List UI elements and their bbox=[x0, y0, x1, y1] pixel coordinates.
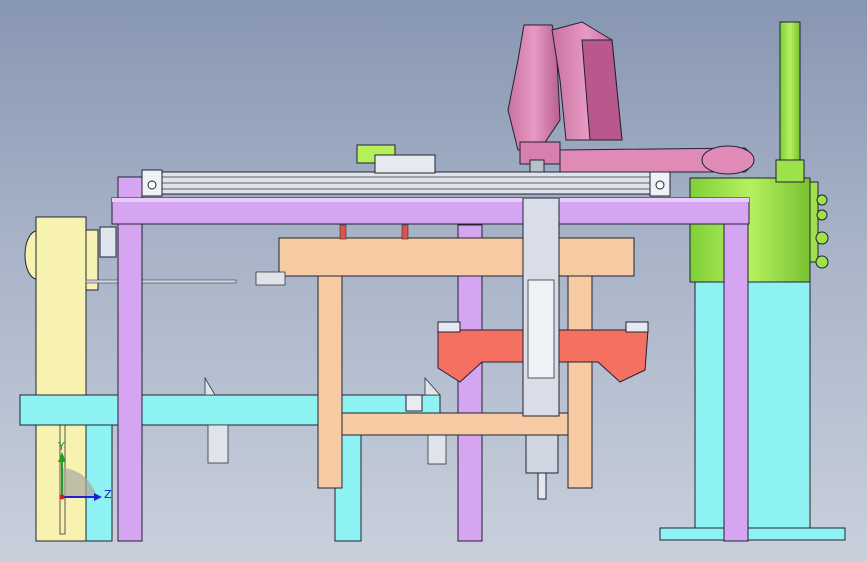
purple-frame[interactable] bbox=[111, 176, 750, 542]
right-cyan-base[interactable] bbox=[659, 269, 846, 541]
green-cabinet[interactable] bbox=[689, 177, 829, 283]
assembly-model[interactable] bbox=[0, 0, 867, 562]
green-pole[interactable] bbox=[775, 21, 805, 183]
green-carriage[interactable] bbox=[356, 144, 436, 174]
y-axis-label: Y bbox=[58, 440, 65, 453]
z-axis-label: Z bbox=[104, 488, 112, 501]
linear-rail[interactable] bbox=[141, 169, 671, 197]
scara-robot[interactable] bbox=[507, 21, 755, 175]
small-clamp[interactable] bbox=[255, 271, 286, 286]
cad-viewport[interactable]: Z Y bbox=[0, 0, 867, 562]
